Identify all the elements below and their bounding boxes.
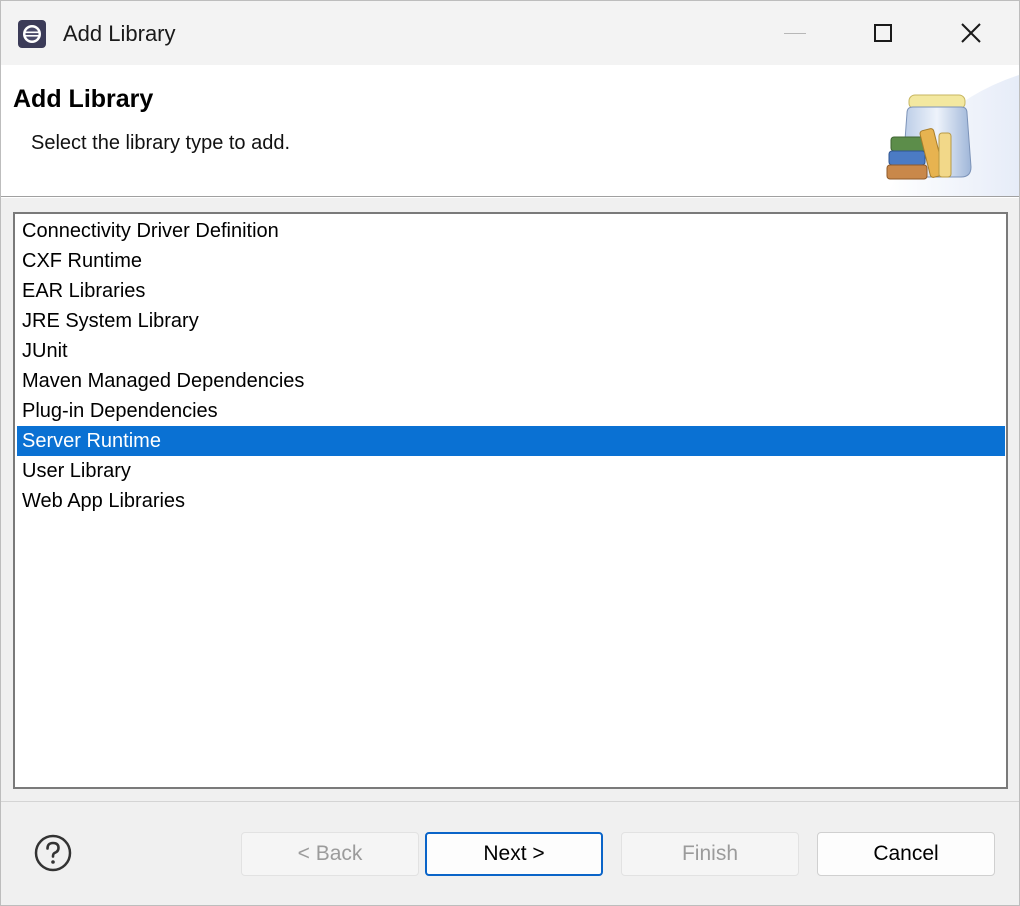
list-item[interactable]: JRE System Library xyxy=(17,306,1005,336)
close-button[interactable] xyxy=(925,1,1017,65)
list-item-selected[interactable]: Server Runtime xyxy=(17,426,1005,456)
library-type-list[interactable]: Connectivity Driver Definition CXF Runti… xyxy=(13,212,1008,789)
maximize-icon xyxy=(874,24,892,42)
minimize-button[interactable] xyxy=(749,1,841,65)
help-icon xyxy=(34,834,72,872)
add-library-dialog: Add Library Add Library Select the libra… xyxy=(0,0,1020,906)
minimize-icon xyxy=(784,32,806,34)
list-item[interactable]: CXF Runtime xyxy=(17,246,1005,276)
next-button[interactable]: Next > xyxy=(425,832,603,876)
wizard-description: Select the library type to add. xyxy=(31,132,291,154)
header-separator-highlight xyxy=(1,197,1019,198)
help-button[interactable] xyxy=(33,833,73,873)
list-item[interactable]: Web App Libraries xyxy=(17,486,1005,516)
list-item[interactable]: EAR Libraries xyxy=(17,276,1005,306)
list-item[interactable]: Maven Managed Dependencies xyxy=(17,366,1005,396)
wizard-title: Add Library xyxy=(13,85,154,113)
list-item[interactable]: Plug-in Dependencies xyxy=(17,396,1005,426)
close-icon xyxy=(961,23,981,43)
library-jar-icon xyxy=(867,65,1019,196)
eclipse-app-icon xyxy=(17,19,47,49)
list-item[interactable]: User Library xyxy=(17,456,1005,486)
finish-button[interactable]: Finish xyxy=(621,832,799,876)
wizard-header: Add Library Select the library type to a… xyxy=(1,65,1019,196)
list-item[interactable]: JUnit xyxy=(17,336,1005,366)
window-title: Add Library xyxy=(63,21,176,46)
cancel-button[interactable]: Cancel xyxy=(817,832,995,876)
maximize-button[interactable] xyxy=(837,1,929,65)
back-button[interactable]: < Back xyxy=(241,832,419,876)
footer-separator xyxy=(1,801,1019,802)
title-bar[interactable]: Add Library xyxy=(1,1,1019,65)
list-item[interactable]: Connectivity Driver Definition xyxy=(17,216,1005,246)
